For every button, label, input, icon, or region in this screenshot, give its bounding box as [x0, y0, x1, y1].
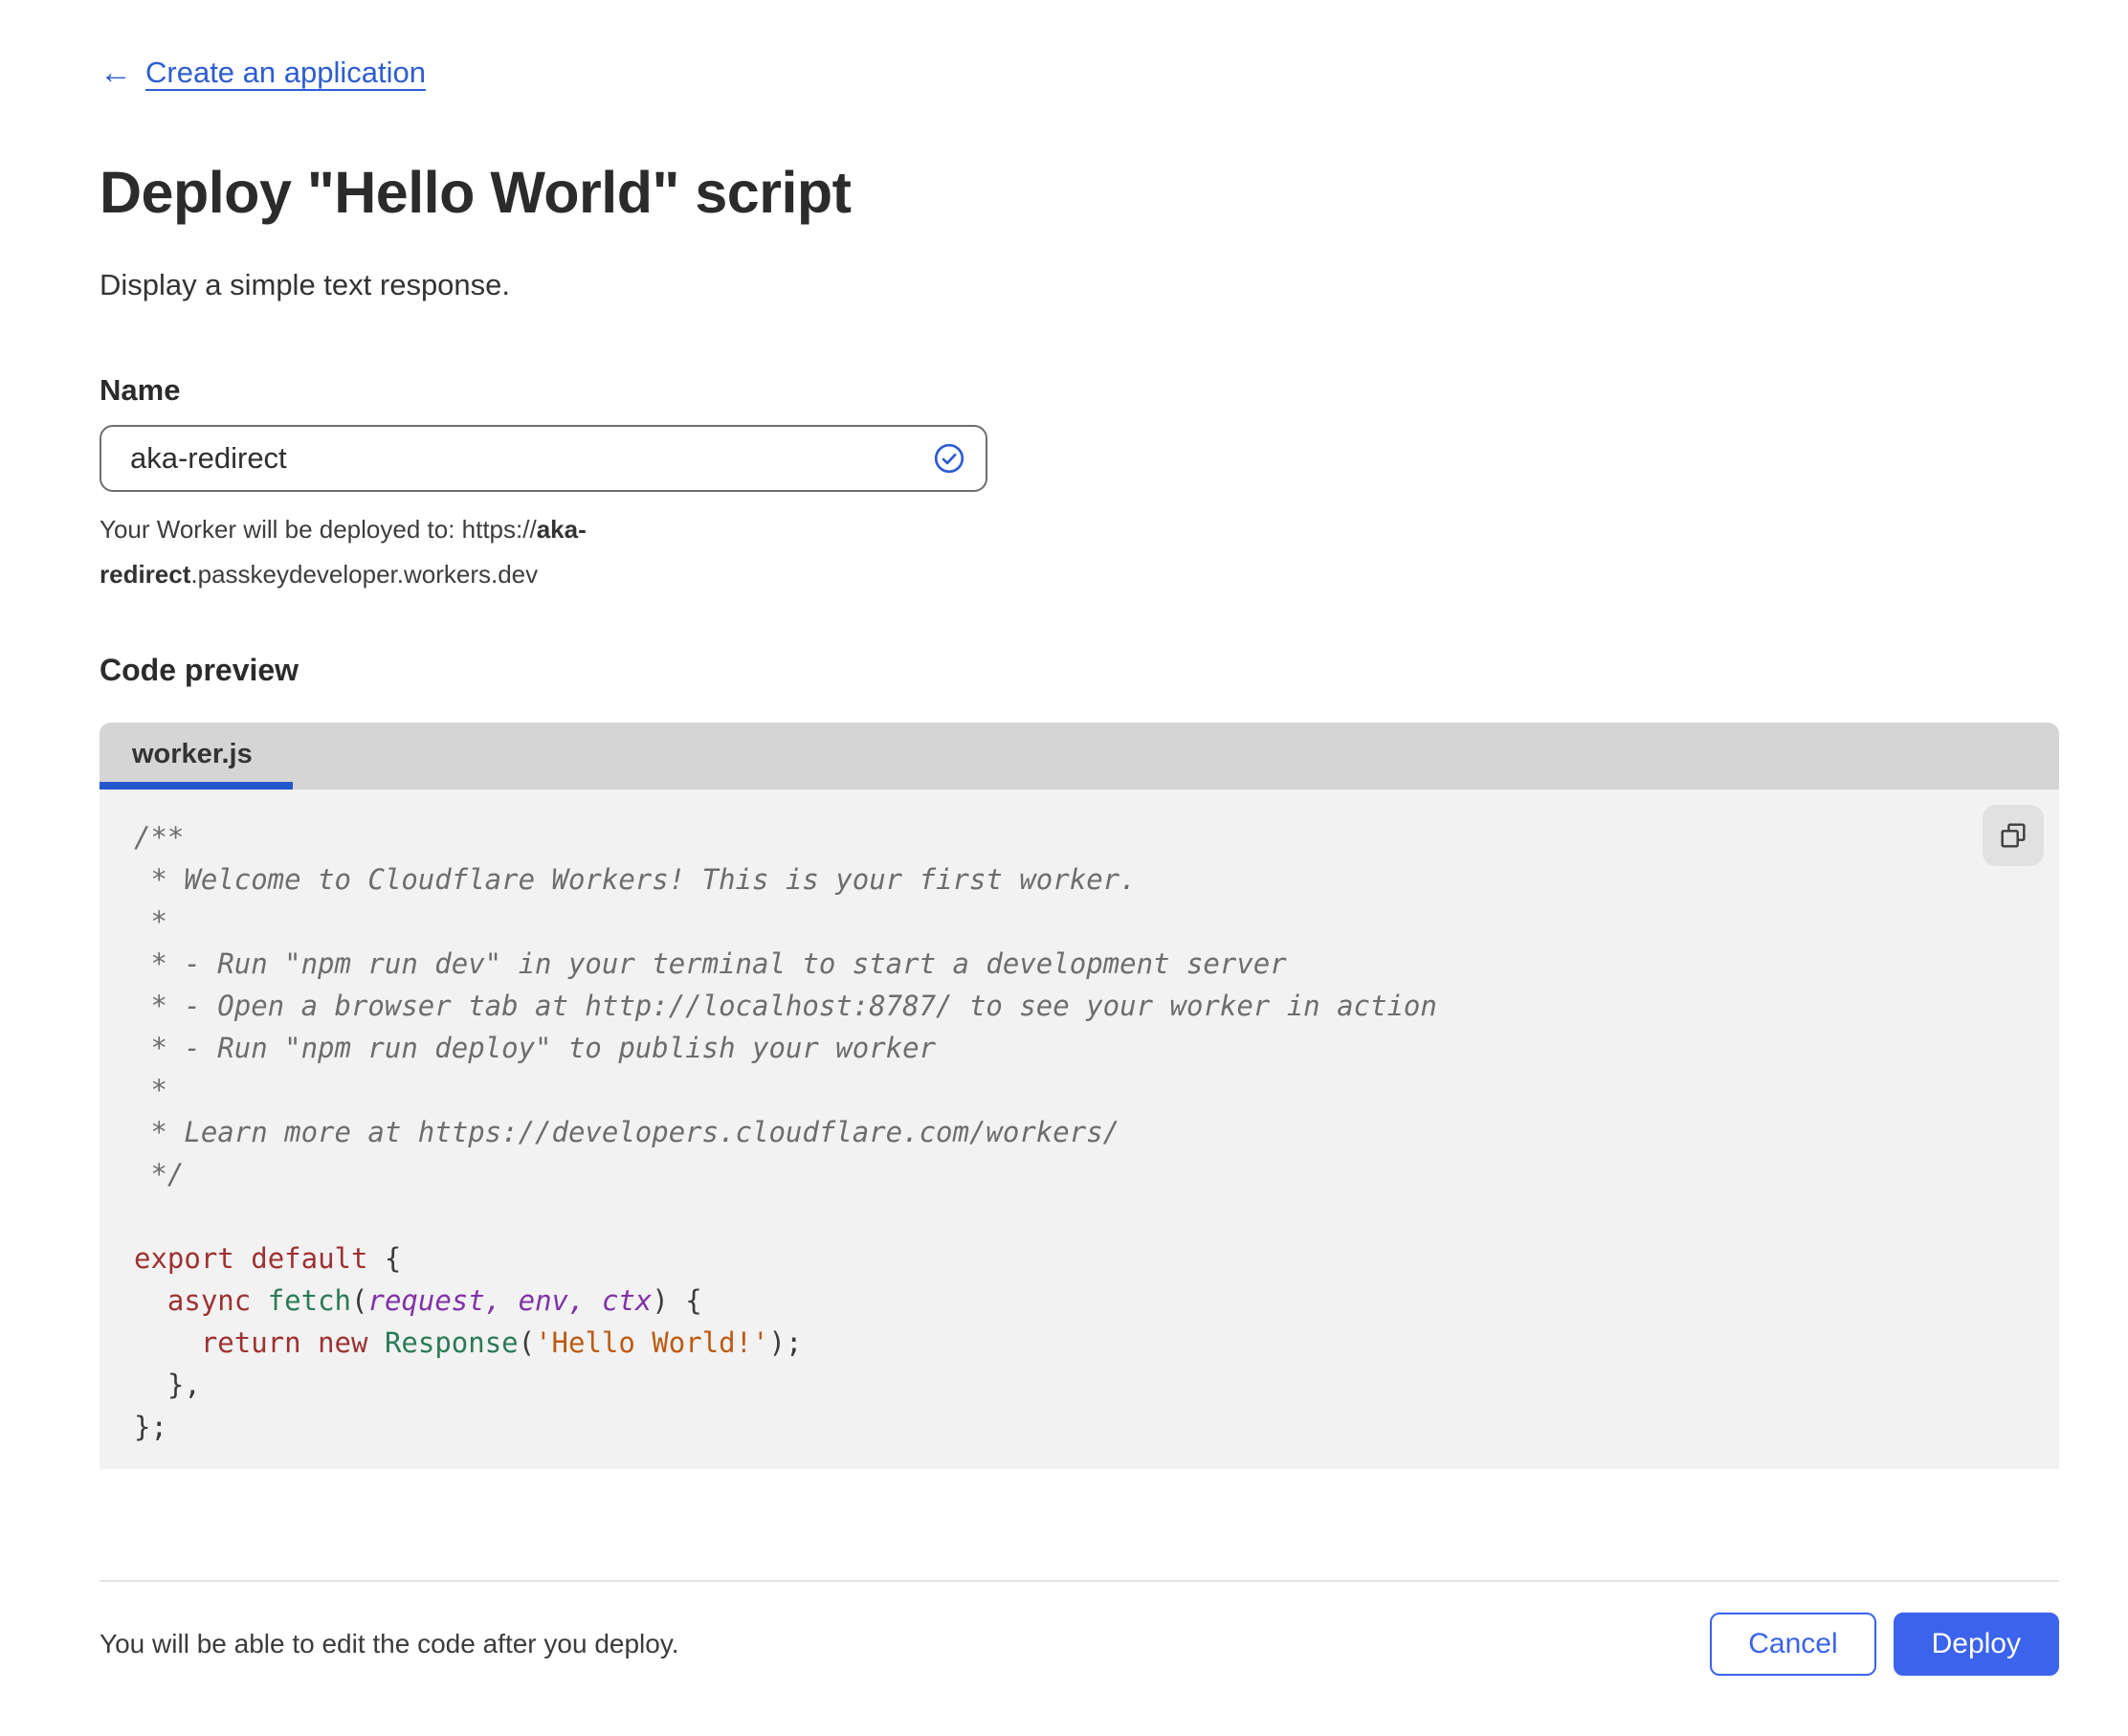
- code-line: */: [134, 1158, 185, 1191]
- tab-worker-js[interactable]: worker.js: [100, 723, 293, 790]
- code-line: * Learn more at https://developers.cloud…: [134, 1116, 1120, 1148]
- code-editor: /** * Welcome to Cloudflare Workers! Thi…: [100, 790, 2059, 1469]
- deploy-url-helper: Your Worker will be deployed to: https:/…: [100, 515, 587, 589]
- code-line: },: [134, 1369, 201, 1401]
- deploy-button[interactable]: Deploy: [1893, 1613, 2059, 1676]
- cancel-button[interactable]: Cancel: [1710, 1613, 1876, 1676]
- name-field-label: Name: [100, 373, 181, 407]
- name-input-wrap: [100, 425, 987, 492]
- page-title: Deploy "Hello World" script: [100, 160, 852, 225]
- code-line: *: [134, 1074, 167, 1106]
- code-line: * - Open a browser tab at http://localho…: [134, 990, 1437, 1022]
- code-line: export default {: [134, 1242, 402, 1275]
- code-line: * - Run "npm run dev" in your terminal t…: [134, 947, 1287, 980]
- page-subtitle: Display a simple text response.: [100, 268, 511, 301]
- code-tab-bar: worker.js: [100, 723, 2059, 790]
- code-line: * Welcome to Cloudflare Workers! This is…: [134, 863, 1137, 896]
- copy-code-button[interactable]: [1983, 805, 2044, 866]
- code-line: *: [134, 905, 167, 938]
- footer: You will be able to edit the code after …: [100, 1613, 2059, 1676]
- code-line: /**: [134, 821, 185, 854]
- worker-name-input[interactable]: [100, 425, 987, 492]
- copy-icon: [2001, 823, 2026, 848]
- back-link-label: Create an application: [145, 56, 426, 89]
- code-preview-label: Code preview: [100, 653, 299, 687]
- deploy-worker-page: ← Create an application Deploy "Hello Wo…: [100, 0, 2059, 1676]
- footer-note: You will be able to edit the code after …: [100, 1629, 679, 1658]
- code-lines: /** * Welcome to Cloudflare Workers! Thi…: [134, 816, 2040, 1448]
- back-arrow-icon: ←: [100, 55, 132, 91]
- code-line: };: [134, 1411, 167, 1443]
- back-link[interactable]: ← Create an application: [100, 56, 426, 90]
- footer-actions: Cancel Deploy: [1710, 1613, 2059, 1676]
- valid-check-icon: [934, 443, 964, 474]
- code-line: * - Run "npm run deploy" to publish your…: [134, 1032, 937, 1064]
- code-preview-card: worker.js /** * Welcome to Cloudflare Wo…: [100, 723, 2059, 1469]
- footer-divider: [100, 1580, 2059, 1582]
- code-line: async fetch(request, env, ctx) {: [166, 1284, 702, 1317]
- code-line: return new Response('Hello World!');: [200, 1326, 803, 1359]
